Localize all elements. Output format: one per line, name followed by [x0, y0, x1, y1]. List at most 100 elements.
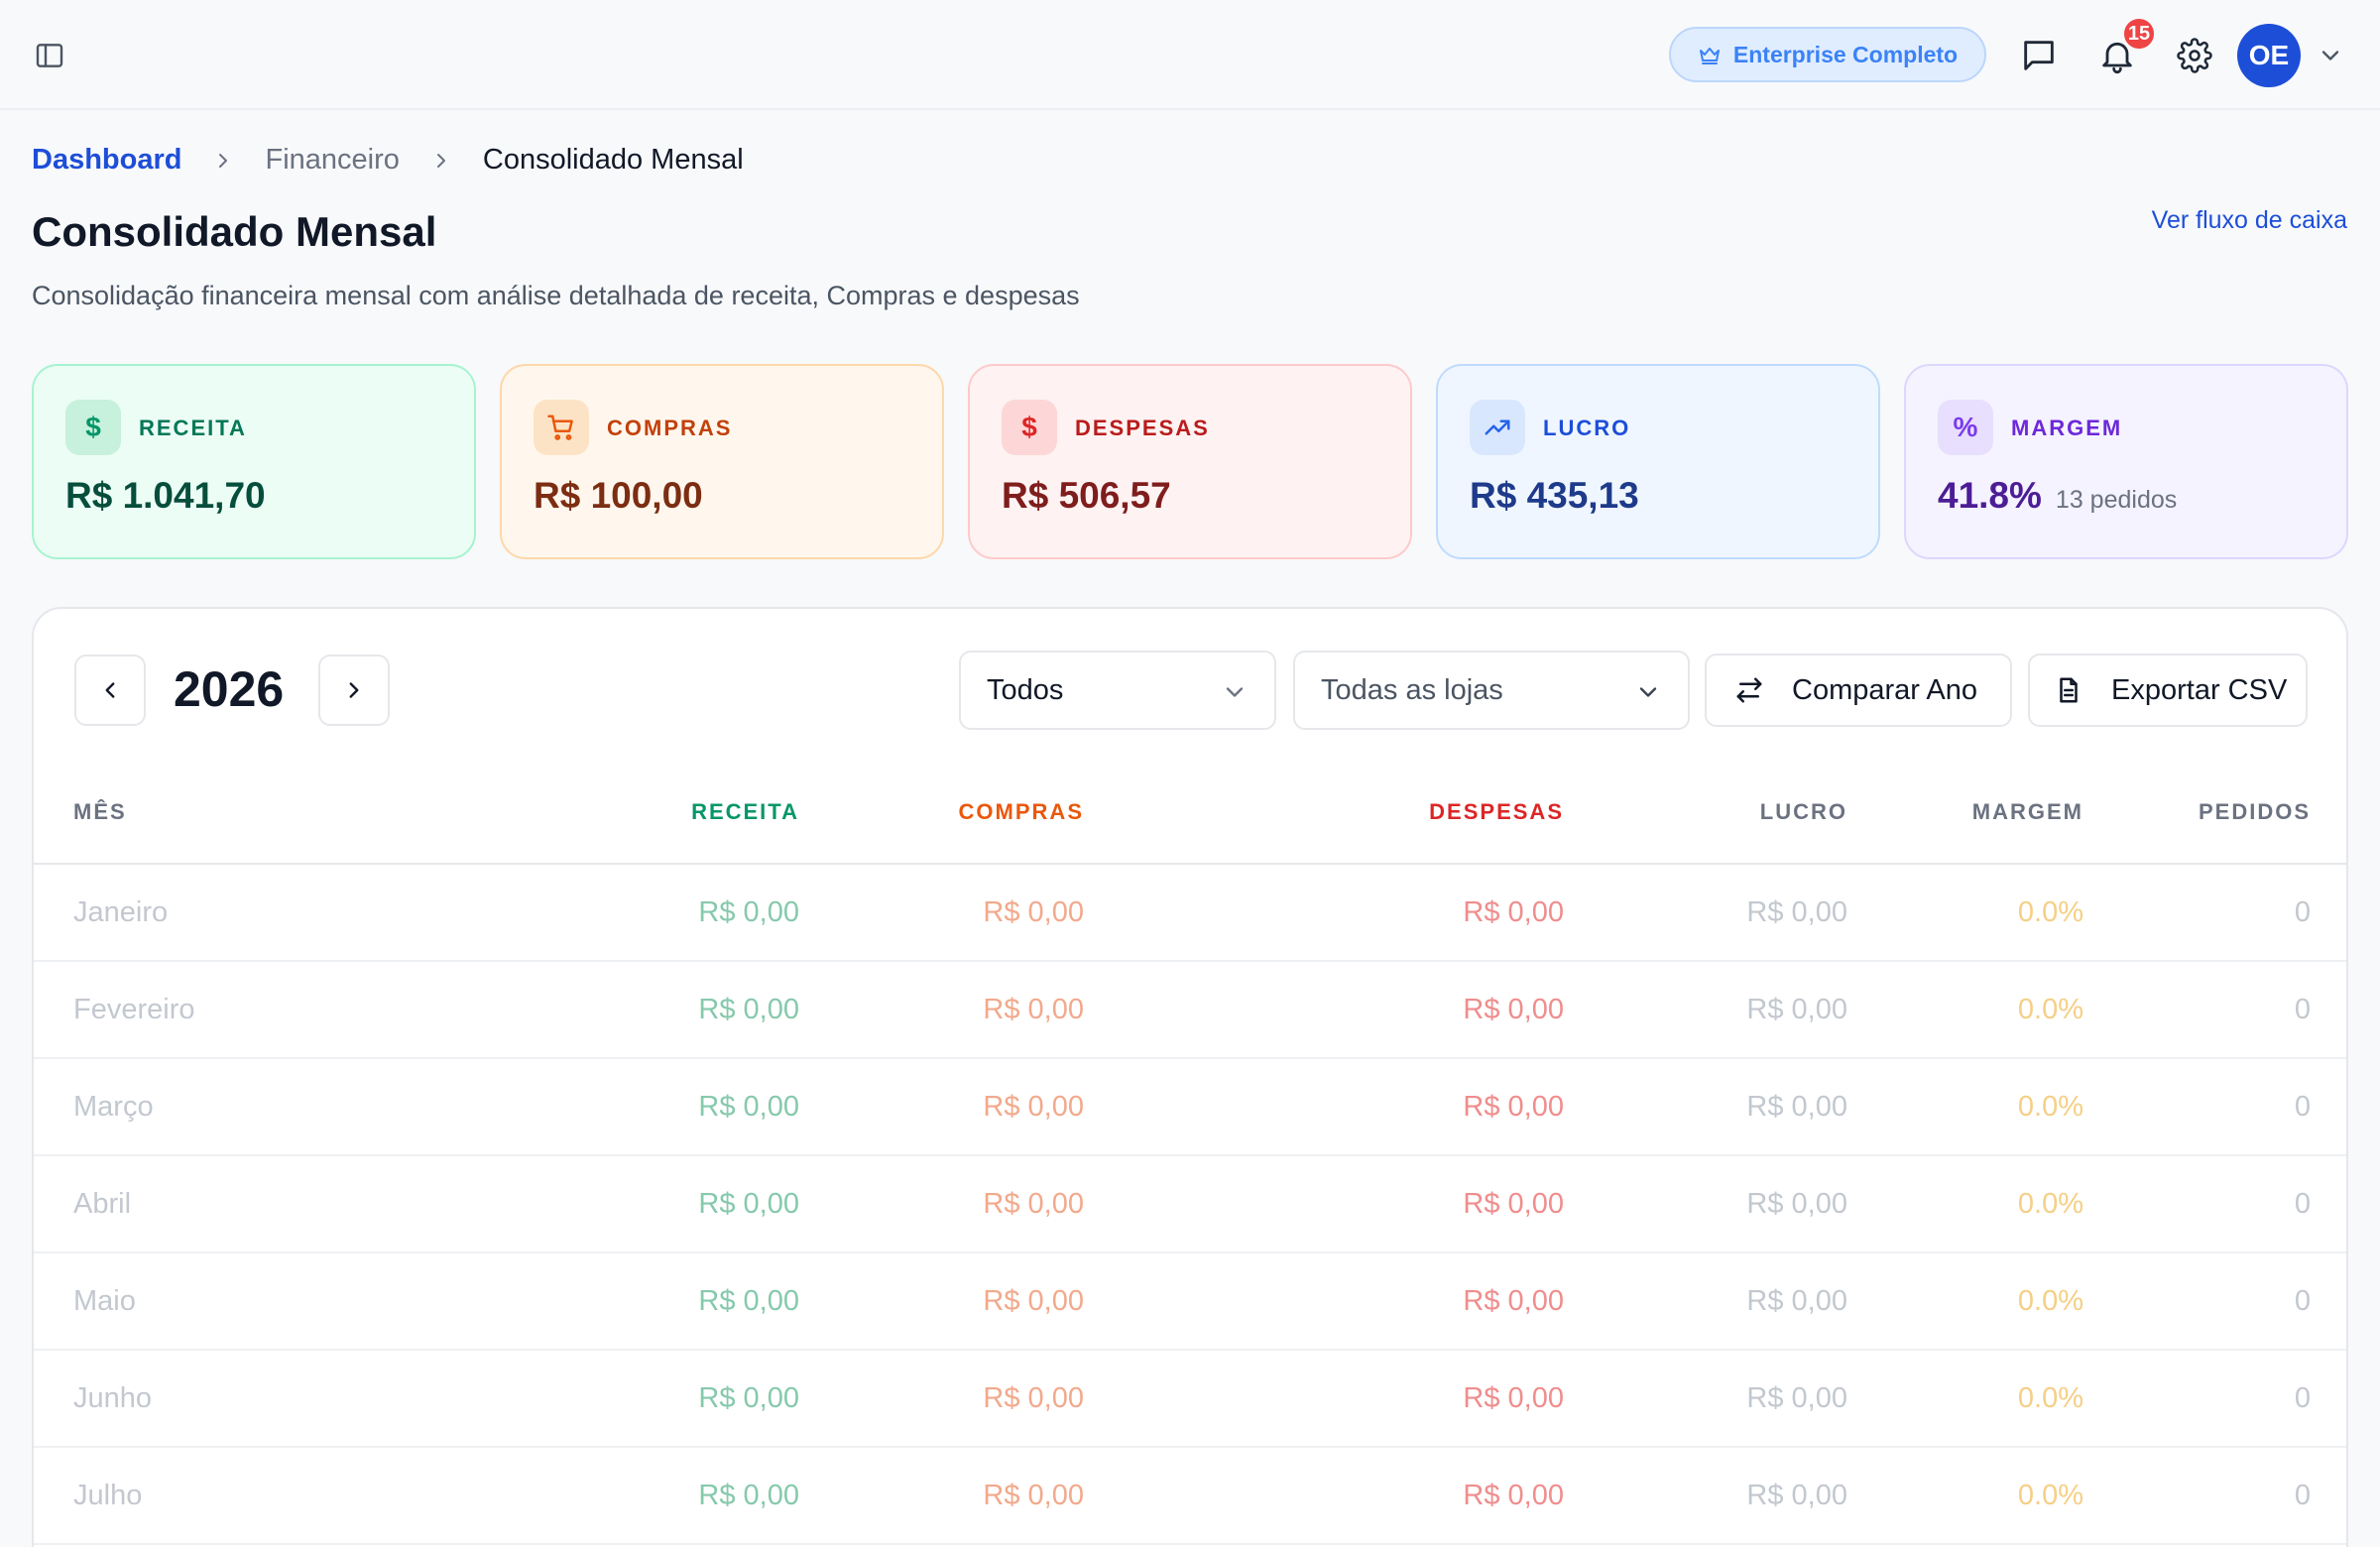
cell-despesas: R$ 0,00 — [1463, 1480, 1564, 1511]
table-row[interactable]: Julho R$ 0,00 R$ 0,00 R$ 0,00 R$ 0,00 0.… — [34, 1448, 2346, 1545]
column-header-pedidos[interactable]: PEDIDOS — [2199, 791, 2311, 833]
table-row[interactable]: Abril R$ 0,00 R$ 0,00 R$ 0,00 R$ 0,00 0.… — [34, 1156, 2346, 1253]
table-body: Janeiro R$ 0,00 R$ 0,00 R$ 0,00 R$ 0,00 … — [34, 865, 2346, 1545]
cell-despesas: R$ 0,00 — [1463, 896, 1564, 928]
chevron-right-icon — [436, 153, 445, 168]
cell-pedidos: 0 — [2294, 1285, 2311, 1317]
chevron-down-icon[interactable] — [2317, 42, 2344, 69]
table-row[interactable]: Maio R$ 0,00 R$ 0,00 R$ 0,00 R$ 0,00 0.0… — [34, 1253, 2346, 1351]
cell-lucro: R$ 0,00 — [1746, 1188, 1847, 1220]
cell-compras: R$ 0,00 — [983, 896, 1084, 928]
percent-icon: % — [1938, 400, 1993, 455]
column-header-lucro[interactable]: LUCRO — [1760, 791, 1847, 833]
top-bar: Enterprise Completo 15 OE — [0, 0, 2380, 110]
prev-year-button[interactable] — [74, 654, 146, 726]
breadcrumb: Dashboard Financeiro Consolidado Mensal — [32, 144, 744, 177]
cell-despesas: R$ 0,00 — [1463, 1188, 1564, 1220]
gear-icon[interactable] — [2173, 34, 2216, 77]
cell-despesas: R$ 0,00 — [1463, 1285, 1564, 1317]
cell-margem: 0.0% — [2017, 896, 2083, 928]
sidebar-toggle-icon[interactable] — [34, 40, 65, 71]
column-header-compras[interactable]: COMPRAS — [959, 791, 1084, 833]
column-header-margem[interactable]: MARGEM — [1972, 791, 2083, 833]
chevron-down-icon — [1639, 687, 1657, 697]
store-filter-select[interactable]: Todas as lojas — [1293, 651, 1690, 730]
cell-receita: R$ 0,00 — [698, 1091, 799, 1123]
cell-receita: R$ 0,00 — [698, 994, 799, 1025]
cell-compras: R$ 0,00 — [983, 1285, 1084, 1317]
cell-despesas: R$ 0,00 — [1463, 1091, 1564, 1123]
notification-count-badge: 15 — [2121, 16, 2157, 52]
cell-mes: Fevereiro — [73, 994, 195, 1025]
column-header-despesas[interactable]: DESPESAS — [1429, 791, 1564, 833]
swap-arrows-icon — [1736, 677, 1762, 703]
chevron-right-icon — [349, 682, 359, 698]
kpi-orders-count: 13 pedidos — [2055, 486, 2178, 514]
page-subtitle: Consolidação financeira mensal com análi… — [32, 281, 1080, 310]
kpi-value-wrap: 41.8% 13 pedidos — [1938, 475, 2177, 517]
cell-compras: R$ 0,00 — [983, 1188, 1084, 1220]
kpi-label: RECEITA — [139, 416, 247, 440]
plan-badge-label: Enterprise Completo — [1732, 41, 1959, 67]
kpi-label: DESPESAS — [1075, 416, 1210, 440]
cell-lucro: R$ 0,00 — [1746, 994, 1847, 1025]
messages-icon[interactable] — [2017, 34, 2061, 77]
cell-compras: R$ 0,00 — [983, 1091, 1084, 1123]
plan-badge[interactable]: Enterprise Completo — [1669, 27, 1986, 82]
table-row[interactable]: Janeiro R$ 0,00 R$ 0,00 R$ 0,00 R$ 0,00 … — [34, 865, 2346, 962]
kpi-label: COMPRAS — [607, 416, 733, 440]
breadcrumb-current: Consolidado Mensal — [482, 144, 744, 176]
cell-lucro: R$ 0,00 — [1746, 896, 1847, 928]
cell-despesas: R$ 0,00 — [1463, 994, 1564, 1025]
kpi-value: R$ 435,13 — [1470, 475, 1639, 516]
cell-despesas: R$ 0,00 — [1463, 1382, 1564, 1414]
kpi-label: MARGEM — [2011, 416, 2123, 440]
cell-lucro: R$ 0,00 — [1746, 1091, 1847, 1123]
store-filter-value: Todas as lojas — [1321, 673, 1503, 706]
dollar-icon: $ — [1002, 400, 1057, 455]
export-csv-label: Exportar CSV — [2111, 673, 2288, 706]
chevron-left-icon — [105, 682, 115, 698]
cell-pedidos: 0 — [2294, 994, 2311, 1025]
kpi-value: 41.8% — [1938, 475, 2042, 516]
export-csv-button[interactable]: Exportar CSV — [2028, 654, 2308, 727]
cell-margem: 0.0% — [2017, 1382, 2083, 1414]
year-label: 2026 — [174, 661, 285, 717]
column-header-receita[interactable]: RECEITA — [691, 791, 799, 833]
chevron-down-icon — [1226, 687, 1244, 697]
table-row[interactable]: Junho R$ 0,00 R$ 0,00 R$ 0,00 R$ 0,00 0.… — [34, 1351, 2346, 1448]
cell-margem: 0.0% — [2017, 1285, 2083, 1317]
cell-mes: Março — [73, 1091, 154, 1123]
kpi-card-compras: COMPRAS R$ 100,00 — [500, 364, 944, 559]
next-year-button[interactable] — [318, 654, 390, 726]
type-filter-select[interactable]: Todos — [959, 651, 1276, 730]
kpi-card-receita: $ RECEITA R$ 1.041,70 — [32, 364, 476, 559]
user-avatar[interactable]: OE — [2237, 24, 2301, 87]
cashflow-link[interactable]: Ver fluxo de caixa — [2152, 206, 2347, 235]
monthly-table-panel: 2026 Todos Todas as lojas Comparar Ano E… — [32, 607, 2348, 1547]
compare-year-button[interactable]: Comparar Ano — [1705, 654, 2012, 727]
cell-pedidos: 0 — [2294, 1480, 2311, 1511]
cell-lucro: R$ 0,00 — [1746, 1480, 1847, 1511]
cell-lucro: R$ 0,00 — [1746, 1382, 1847, 1414]
breadcrumb-dashboard[interactable]: Dashboard — [32, 144, 181, 177]
cell-lucro: R$ 0,00 — [1746, 1285, 1847, 1317]
cell-receita: R$ 0,00 — [698, 1188, 799, 1220]
cell-pedidos: 0 — [2294, 1091, 2311, 1123]
cell-margem: 0.0% — [2017, 994, 2083, 1025]
cell-receita: R$ 0,00 — [698, 1382, 799, 1414]
column-header-mes[interactable]: MÊS — [73, 791, 127, 833]
breadcrumb-financeiro[interactable]: Financeiro — [265, 144, 399, 177]
kpi-value: R$ 1.041,70 — [65, 475, 266, 516]
kpi-value: R$ 506,57 — [1002, 475, 1171, 516]
trending-up-icon — [1470, 400, 1525, 455]
chevron-right-icon — [219, 153, 228, 168]
cell-pedidos: 0 — [2294, 1382, 2311, 1414]
cell-mes: Julho — [73, 1480, 143, 1511]
cell-mes: Junho — [73, 1382, 153, 1414]
table-row[interactable]: Março R$ 0,00 R$ 0,00 R$ 0,00 R$ 0,00 0.… — [34, 1059, 2346, 1156]
table-row[interactable]: Fevereiro R$ 0,00 R$ 0,00 R$ 0,00 R$ 0,0… — [34, 962, 2346, 1059]
cell-receita: R$ 0,00 — [698, 1285, 799, 1317]
cell-compras: R$ 0,00 — [983, 1382, 1084, 1414]
cell-pedidos: 0 — [2294, 896, 2311, 928]
